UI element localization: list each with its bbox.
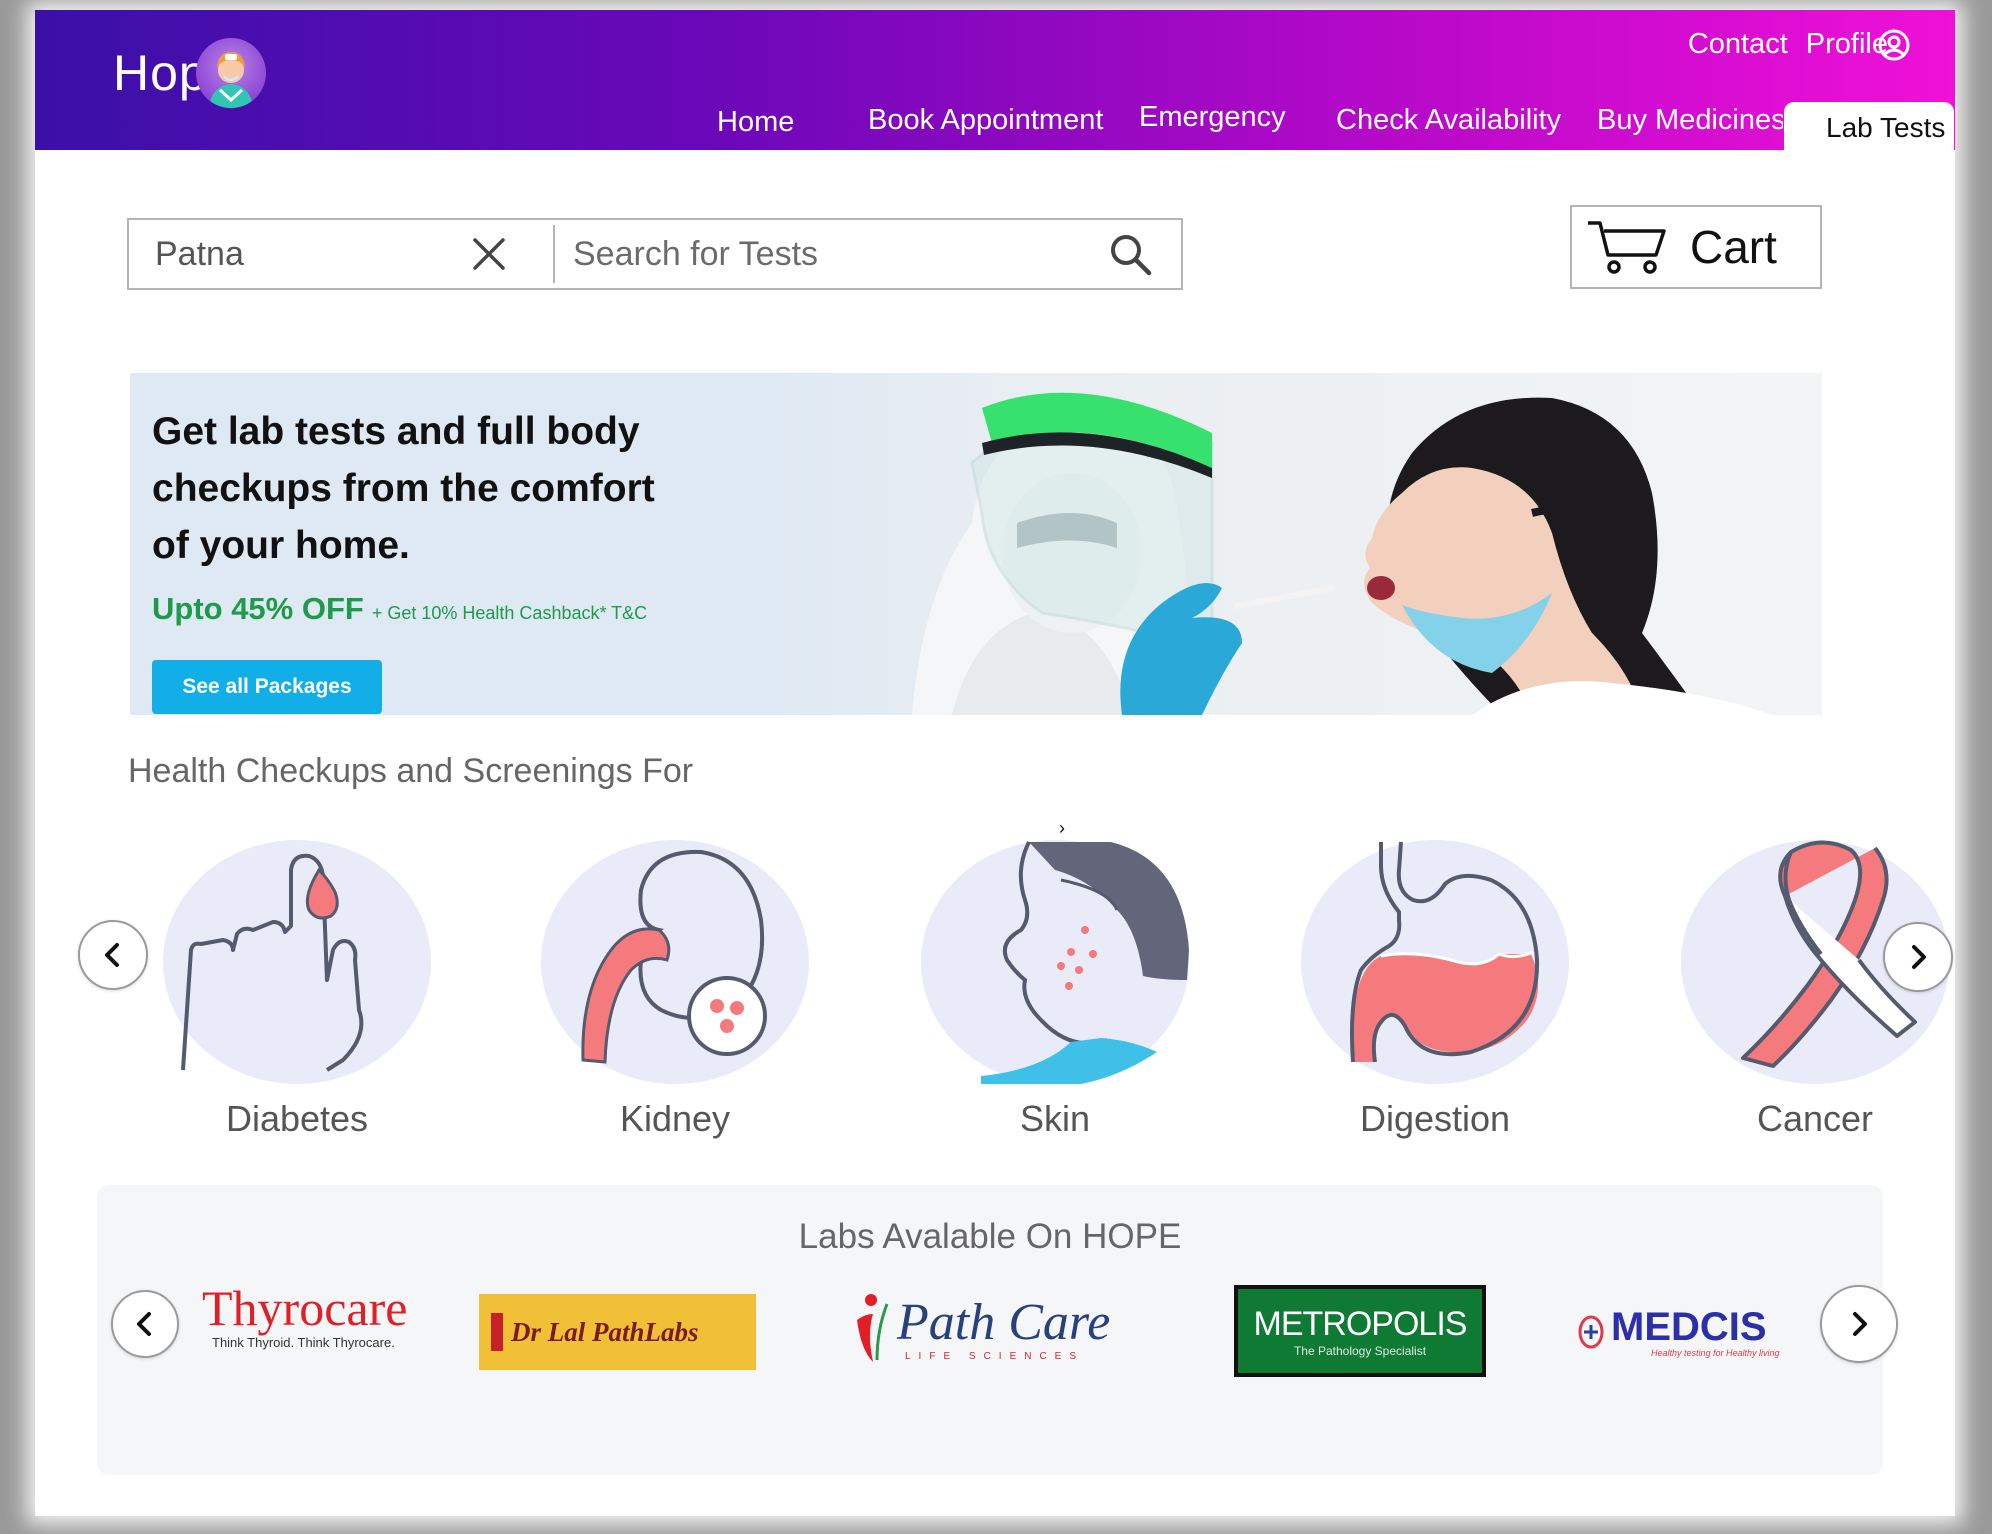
lab-name: METROPOLIS <box>1253 1304 1468 1343</box>
header: Hop Contact Profile Home Book Appointmen… <box>35 10 1955 152</box>
contact-link[interactable]: Contact <box>1688 28 1788 61</box>
profile-label: Profile <box>1805 28 1888 60</box>
chevron-left-icon <box>137 1312 151 1336</box>
location-value: Patna <box>155 234 244 273</box>
lab-logo-medcis[interactable]: MEDCIS Healthy testing for Healthy livin… <box>1577 1297 1827 1367</box>
chevron-right-icon <box>1853 1312 1867 1336</box>
labs-prev-button[interactable] <box>111 1290 179 1358</box>
nav-lab-tests[interactable]: Lab Tests <box>1784 102 1954 152</box>
nav-book-appointment[interactable]: Book Appointment <box>868 104 1103 137</box>
location-field[interactable]: Patna <box>129 225 555 283</box>
nav-buy-medicines[interactable]: Buy Medicines <box>1597 104 1783 137</box>
lab-tagline: LIFE SCIENCES <box>905 1350 1085 1362</box>
search-bar: Patna <box>127 218 1183 290</box>
lab-tagline: Think Thyroid. Think Thyrocare. <box>212 1335 395 1350</box>
medcis-logo-icon <box>1578 1315 1604 1349</box>
banner-heading-line1: Get lab tests and full body <box>152 410 640 453</box>
lab-name: Thyrocare <box>202 1280 408 1336</box>
lab-tagline: The Pathology Specialist <box>1293 1343 1427 1358</box>
profile-link[interactable]: Profile <box>1806 28 1910 61</box>
labs-panel: Labs Avalable On HOPE Thyrocare Think Th… <box>97 1185 1898 1475</box>
categories-next-button[interactable] <box>1883 922 1953 992</box>
lab-tagline: Healthy testing for Healthy living <box>1651 1348 1780 1358</box>
offer-discount: Upto 45% OFF <box>152 591 364 626</box>
chevron-left-icon <box>105 943 119 967</box>
top-links: Contact Profile <box>1670 28 1910 61</box>
lab-test-photo <box>772 373 1822 715</box>
category-skin[interactable]: Skin <box>905 830 1205 1140</box>
kidney-icon <box>581 849 767 1064</box>
close-icon[interactable] <box>467 232 511 276</box>
category-digestion[interactable]: Digestion <box>1285 830 1585 1140</box>
promo-banner: Get lab tests and full body checkups fro… <box>130 373 1822 715</box>
nav-check-availability[interactable]: Check Availability <box>1336 104 1561 137</box>
shopping-cart-icon <box>1588 221 1666 274</box>
finger-blood-drop-icon <box>181 853 364 1072</box>
lab-name: Dr Lal PathLabs <box>511 1316 699 1347</box>
search-input[interactable] <box>555 225 1107 283</box>
offer-cashback[interactable]: + Get 10% Health Cashback* T&C <box>372 603 647 624</box>
category-label: Digestion <box>1359 1098 1511 1139</box>
see-all-packages-button[interactable]: See all Packages <box>152 660 382 714</box>
category-label: Cancer <box>1756 1098 1874 1139</box>
categories-prev-button[interactable] <box>78 920 148 990</box>
lab-name: MEDCIS <box>1611 1305 1767 1349</box>
banner-offer: Upto 45% OFF + Get 10% Health Cashback* … <box>152 591 647 627</box>
nav-home[interactable]: Home <box>717 106 794 139</box>
lab-logo-metropolis[interactable]: METROPOLIS The Pathology Specialist <box>1234 1285 1486 1377</box>
lab-name: Path Care <box>897 1293 1111 1351</box>
skin-face-icon <box>981 841 1189 1084</box>
lal-logo-mark-icon <box>491 1313 503 1351</box>
category-kidney[interactable]: Kidney <box>525 830 825 1140</box>
lab-logo-dr-lal-pathlabs[interactable]: Dr Lal PathLabs <box>479 1294 756 1370</box>
main-nav: Home Book Appointment Emergency Check Av… <box>35 92 1955 152</box>
banner-heading-line2: checkups from the comfort <box>152 467 655 510</box>
category-label: Skin <box>1019 1098 1091 1139</box>
chevron-right-icon <box>1912 945 1926 969</box>
category-label: Diabetes <box>225 1098 369 1139</box>
labs-next-button[interactable] <box>1820 1285 1898 1363</box>
cart-button[interactable]: Cart <box>1570 205 1822 289</box>
labs-title: Labs Avalable On HOPE <box>798 1217 1182 1256</box>
nav-emergency[interactable]: Emergency <box>1139 101 1286 134</box>
lab-logo-path-care[interactable]: Path Care LIFE SCIENCES <box>847 1285 1137 1371</box>
cart-label: Cart <box>1690 221 1777 273</box>
app-window: Hop Contact Profile Home Book Appointmen… <box>35 10 1955 1516</box>
banner-heading-line3: of your home. <box>152 524 410 567</box>
search-icon[interactable] <box>1107 231 1153 277</box>
category-diabetes[interactable]: Diabetes <box>147 830 447 1140</box>
stomach-icon <box>1350 841 1540 1063</box>
category-label: Kidney <box>619 1098 731 1139</box>
lab-logo-thyrocare[interactable]: Thyrocare Think Thyroid. Think Thyrocare… <box>202 1281 462 1371</box>
categories-title: Health Checkups and Screenings For <box>128 752 694 790</box>
banner-heading: Get lab tests and full body checkups fro… <box>152 403 712 574</box>
path-care-logo-icon <box>857 1294 889 1362</box>
user-circle-icon <box>1878 29 1910 60</box>
